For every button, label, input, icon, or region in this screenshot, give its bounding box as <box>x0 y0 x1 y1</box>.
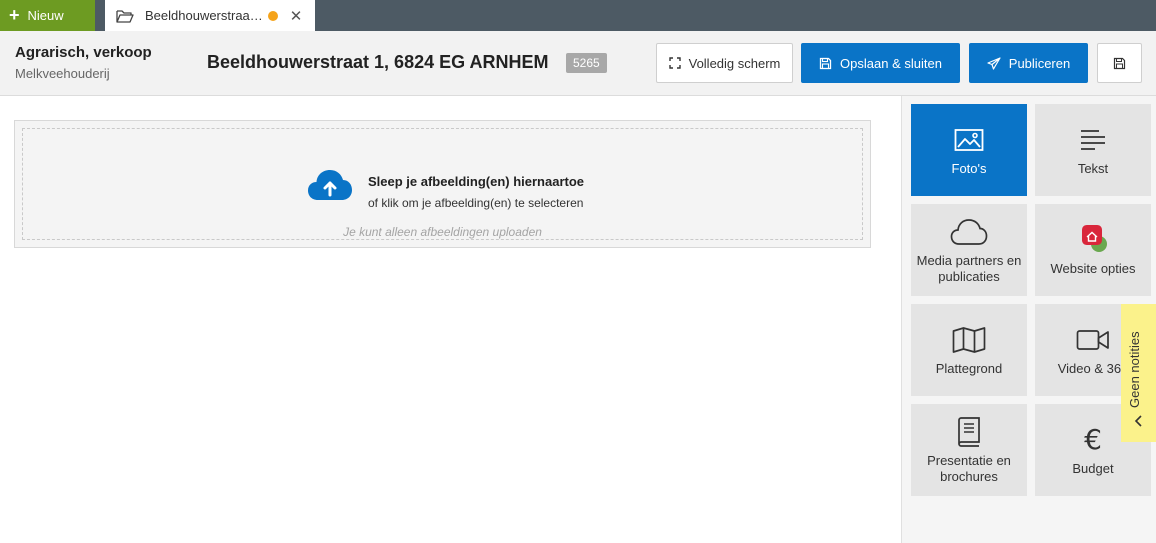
save-close-button-label: Opslaan & sluiten <box>840 55 942 71</box>
side-item-website-options[interactable]: Website opties <box>1035 204 1151 296</box>
website-badge-icon <box>1073 223 1113 257</box>
object-id-badge: 5265 <box>566 53 607 73</box>
object-address: Beeldhouwerstraat 1, 6824 EG ARNHEM <box>207 52 549 72</box>
cloud-icon <box>949 215 989 249</box>
fullscreen-button-label: Volledig scherm <box>688 55 781 71</box>
dropzone-title: Sleep je afbeelding(en) hiernaartoe <box>368 174 584 189</box>
category-title: Agrarisch, verkoop <box>15 44 152 61</box>
new-button[interactable]: + Nieuw <box>0 0 95 31</box>
side-item-label: Foto's <box>951 161 987 176</box>
cloud-upload-icon <box>308 170 352 200</box>
close-tab-icon[interactable]: ✕ <box>290 7 303 25</box>
side-item-presentation[interactable]: Presentatie en brochures <box>911 404 1027 496</box>
map-icon <box>949 323 989 357</box>
chevron-left-icon <box>1134 415 1142 427</box>
side-item-media-partners[interactable]: Media partners en publicaties <box>911 204 1027 296</box>
image-icon <box>949 123 989 157</box>
save-disk-icon <box>819 57 832 69</box>
side-item-label: Plattegrond <box>935 361 1003 376</box>
side-item-text[interactable]: Tekst <box>1035 104 1151 196</box>
side-item-label: Media partners en publicaties <box>916 253 1022 284</box>
side-item-label: Website opties <box>1050 261 1136 276</box>
folder-open-icon <box>116 9 134 23</box>
document-tab[interactable]: Beeldhouwerstraa… ✕ <box>105 0 315 31</box>
image-dropzone[interactable]: Sleep je afbeelding(en) hiernaartoe of k… <box>14 120 871 248</box>
new-button-label: Nieuw <box>27 8 64 23</box>
video-camera-icon <box>1073 323 1113 357</box>
book-icon <box>949 415 989 449</box>
side-item-label: Tekst <box>1077 161 1109 176</box>
side-item-photos[interactable]: Foto's <box>911 104 1027 196</box>
side-menu: Foto's Tekst Media partners en publicati… <box>901 96 1156 543</box>
euro-icon: € <box>1084 423 1102 456</box>
side-item-label: Budget <box>1072 461 1114 476</box>
notes-tab-label: Geen notities <box>1127 331 1142 408</box>
text-lines-icon <box>1073 123 1113 157</box>
plus-icon: + <box>9 4 20 25</box>
top-tab-bar: + Nieuw Beeldhouwerstraa… ✕ <box>0 0 1156 31</box>
publish-button-label: Publiceren <box>1008 55 1071 71</box>
save-button[interactable] <box>1097 43 1142 83</box>
object-header: Agrarisch, verkoop Melkveehouderij Beeld… <box>0 31 1156 96</box>
dropzone-border: Sleep je afbeelding(en) hiernaartoe of k… <box>22 128 863 240</box>
category-subtitle: Melkveehouderij <box>15 66 110 81</box>
fullscreen-button[interactable]: Volledig scherm <box>656 43 793 83</box>
unsaved-indicator <box>267 10 278 21</box>
side-item-floorplan[interactable]: Plattegrond <box>911 304 1027 396</box>
dropzone-subtitle: of klik om je afbeelding(en) te selecter… <box>368 196 584 210</box>
document-tab-label: Beeldhouwerstraa… <box>145 8 263 23</box>
publish-button[interactable]: Publiceren <box>969 43 1088 83</box>
expand-icon <box>668 57 681 69</box>
notes-tab[interactable]: Geen notities <box>1121 304 1156 442</box>
side-item-label: Presentatie en brochures <box>927 453 1011 484</box>
dropzone-note: Je kunt alleen afbeeldingen uploaden <box>343 225 542 239</box>
save-close-button[interactable]: Opslaan & sluiten <box>801 43 960 83</box>
paper-plane-icon <box>987 56 1001 70</box>
side-item-label: Video & 360 <box>1057 361 1129 376</box>
save-disk-icon <box>1113 57 1126 69</box>
